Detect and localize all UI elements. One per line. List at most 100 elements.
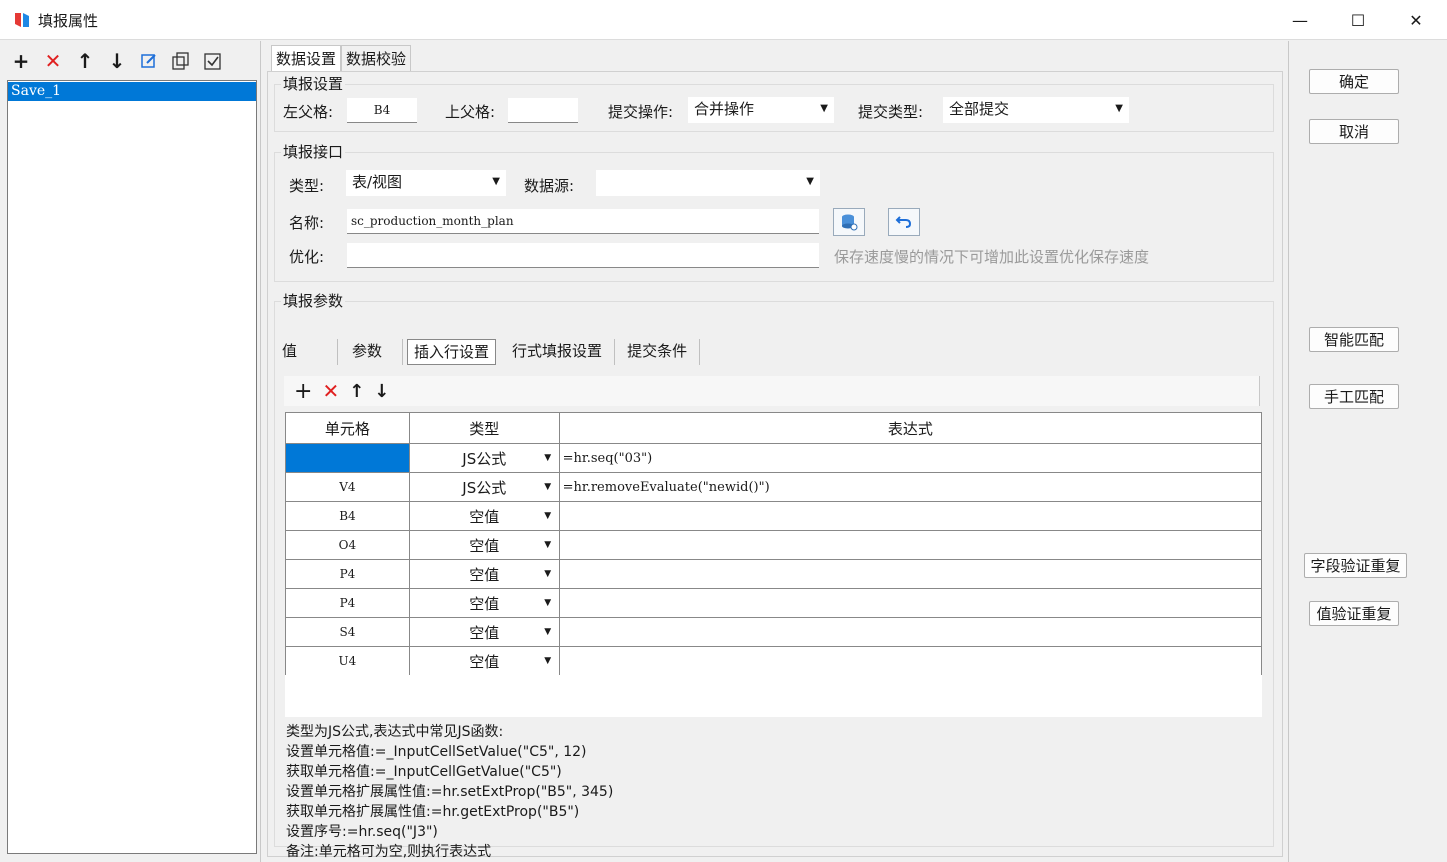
type-cell[interactable]: 空值 ▼ <box>408 646 560 676</box>
type-value: 空值 <box>469 623 500 642</box>
optimize-hint: 保存速度慢的情况下可增加此设置优化保存速度 <box>834 248 1150 266</box>
expression-cell[interactable]: =hr.removeEvaluate("newid()") <box>558 472 1263 502</box>
table-row[interactable]: U4 空值 ▼ <box>285 646 1263 676</box>
check-icon[interactable] <box>200 48 226 74</box>
type-cell[interactable]: JS公式 ▼ <box>408 472 560 502</box>
chevron-down-icon: ▼ <box>806 176 814 187</box>
table-row[interactable]: S4 空值 ▼ <box>285 617 1263 647</box>
optimize-input[interactable] <box>347 243 819 268</box>
column-header-cell[interactable]: 单元格 <box>285 412 410 444</box>
ptab-row-fill[interactable]: 行式填报设置 <box>500 339 616 365</box>
cell-value[interactable]: P4 <box>285 588 410 618</box>
minimize-button[interactable]: — <box>1271 0 1329 40</box>
help-line: 类型为JS公式,表达式中常见JS函数: <box>286 724 504 740</box>
column-header-type[interactable]: 类型 <box>408 412 560 444</box>
type-cell[interactable]: 空值 ▼ <box>408 501 560 531</box>
grid-empty-area <box>285 675 1262 717</box>
chevron-down-icon[interactable]: ▼ <box>537 531 559 559</box>
expression-cell[interactable] <box>558 559 1263 589</box>
add-icon[interactable]: + <box>8 48 34 74</box>
delete-row-icon[interactable]: ✕ <box>322 379 339 403</box>
main-tabs: 数据设置 数据校验 <box>271 45 412 71</box>
table-row[interactable]: O4 空值 ▼ <box>285 530 1263 560</box>
submit-op-select[interactable]: 合并操作 ▼ <box>688 97 834 123</box>
chevron-down-icon[interactable]: ▼ <box>537 560 559 588</box>
table-row[interactable]: V4 JS公式 ▼ =hr.removeEvaluate("newid()") <box>285 472 1263 502</box>
type-cell[interactable]: 空值 ▼ <box>408 559 560 589</box>
column-header-expression[interactable]: 表达式 <box>558 412 1263 444</box>
save-list-item[interactable]: Save_1 <box>8 82 256 101</box>
expression-cell[interactable] <box>558 588 1263 618</box>
table-row[interactable]: P4 空值 ▼ <box>285 588 1263 618</box>
chevron-down-icon[interactable]: ▼ <box>537 502 559 530</box>
submit-op-value: 合并操作 <box>694 100 755 118</box>
chevron-down-icon[interactable]: ▼ <box>537 473 559 501</box>
move-up-icon[interactable]: ↑ <box>349 381 364 402</box>
expression-cell[interactable] <box>558 646 1263 676</box>
cell-value[interactable]: U4 <box>285 646 410 676</box>
type-cell[interactable]: 空值 ▼ <box>408 588 560 618</box>
help-line: 获取单元格值:=_InputCellGetValue("C5") <box>286 764 562 780</box>
tab-data-settings[interactable]: 数据设置 <box>271 45 342 71</box>
expression-cell[interactable] <box>558 501 1263 531</box>
window-title: 填报属性 <box>38 12 99 30</box>
main-panel: 数据设置 数据校验 填报设置 左父格: B4 上父格: 提交操作: 合并操作 ▼… <box>263 41 1287 862</box>
ptab-value[interactable]: 值 <box>280 339 339 365</box>
field-dup-button[interactable]: 字段验证重复 <box>1304 553 1407 578</box>
app-logo-icon <box>15 13 29 27</box>
left-parent-label: 左父格: <box>283 103 334 121</box>
chevron-down-icon[interactable]: ▼ <box>537 444 559 472</box>
move-down-icon[interactable]: ↓ <box>104 48 130 74</box>
add-row-icon[interactable]: + <box>294 379 312 404</box>
datasource-select[interactable]: ▼ <box>596 170 820 196</box>
expression-cell[interactable] <box>558 530 1263 560</box>
undo-icon[interactable] <box>888 208 920 236</box>
ptab-submit-condition[interactable]: 提交条件 <box>615 339 701 365</box>
close-button[interactable]: ✕ <box>1387 0 1445 40</box>
ok-button[interactable]: 确定 <box>1309 69 1399 94</box>
expression-cell[interactable]: =hr.seq("03") <box>558 443 1263 473</box>
name-input[interactable]: sc_production_month_plan <box>347 209 819 234</box>
cell-value[interactable]: V4 <box>285 472 410 502</box>
table-row[interactable]: JS公式 ▼ =hr.seq("03") <box>285 443 1263 473</box>
table-row[interactable]: B4 空值 ▼ <box>285 501 1263 531</box>
table-row[interactable]: P4 空值 ▼ <box>285 559 1263 589</box>
type-cell[interactable]: 空值 ▼ <box>408 617 560 647</box>
cell-value[interactable]: S4 <box>285 617 410 647</box>
expression-cell[interactable] <box>558 617 1263 647</box>
optimize-label: 优化: <box>289 248 325 266</box>
grid-toolbar: + ✕ ↑ ↓ <box>284 376 1260 406</box>
manual-match-button[interactable]: 手工匹配 <box>1309 384 1399 409</box>
cell-value[interactable]: O4 <box>285 530 410 560</box>
maximize-button[interactable]: ☐ <box>1329 0 1387 40</box>
database-icon[interactable] <box>833 208 865 236</box>
cancel-button[interactable]: 取消 <box>1309 119 1399 144</box>
edit-icon[interactable] <box>136 48 162 74</box>
smart-match-button[interactable]: 智能匹配 <box>1309 327 1399 352</box>
chevron-down-icon[interactable]: ▼ <box>537 618 559 646</box>
move-up-icon[interactable]: ↑ <box>72 48 98 74</box>
fill-settings-title: 填报设置 <box>281 73 346 94</box>
chevron-down-icon[interactable]: ▼ <box>537 647 559 675</box>
ptab-param[interactable]: 参数 <box>338 339 404 365</box>
delete-icon[interactable]: ✕ <box>40 48 66 74</box>
chevron-down-icon[interactable]: ▼ <box>537 589 559 617</box>
copy-icon[interactable] <box>168 48 194 74</box>
cell-value[interactable] <box>285 443 410 473</box>
type-cell[interactable]: JS公式 ▼ <box>408 443 560 473</box>
tab-data-validation[interactable]: 数据校验 <box>341 45 412 71</box>
type-select[interactable]: 表/视图 ▼ <box>346 170 506 196</box>
left-parent-input[interactable]: B4 <box>347 98 417 123</box>
help-line: 设置单元格值:=_InputCellSetValue("C5", 12) <box>286 744 587 760</box>
cell-value[interactable]: P4 <box>285 559 410 589</box>
cell-value[interactable]: B4 <box>285 501 410 531</box>
submit-type-select[interactable]: 全部提交 ▼ <box>943 97 1129 123</box>
help-line: 设置序号:=hr.seq("J3") <box>286 824 438 840</box>
name-label: 名称: <box>289 214 325 232</box>
move-down-icon[interactable]: ↓ <box>374 381 389 402</box>
type-cell[interactable]: 空值 ▼ <box>408 530 560 560</box>
value-dup-button[interactable]: 值验证重复 <box>1309 601 1399 626</box>
top-parent-input[interactable] <box>508 98 578 123</box>
save-list[interactable]: Save_1 <box>7 80 257 854</box>
ptab-insert-row[interactable]: 插入行设置 <box>407 339 497 365</box>
